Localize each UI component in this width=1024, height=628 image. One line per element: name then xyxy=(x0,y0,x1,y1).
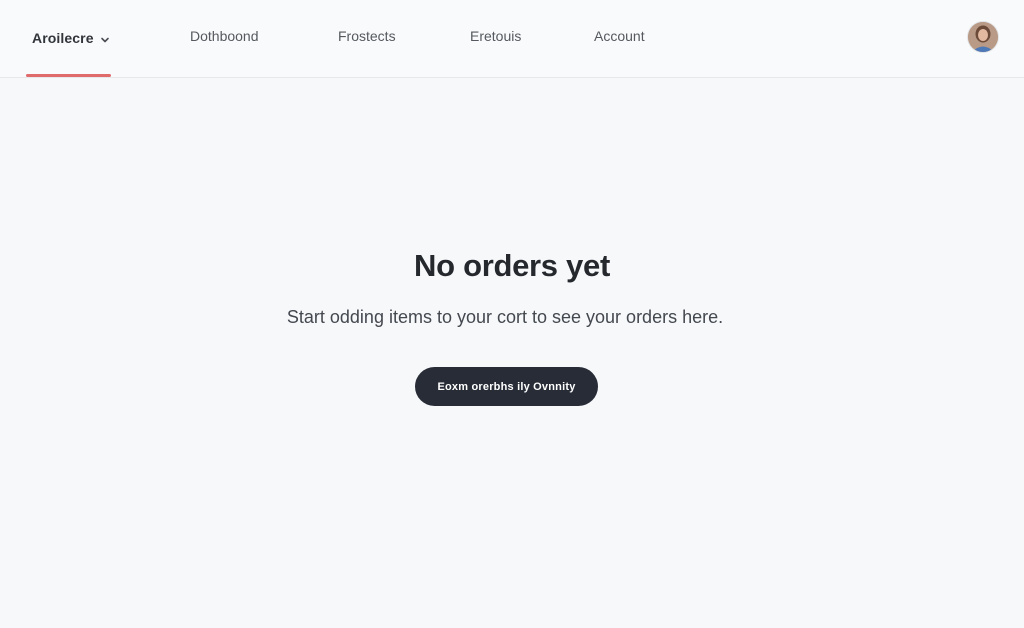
chevron-down-icon xyxy=(100,32,110,43)
active-tab-indicator xyxy=(26,74,111,77)
nav-link-products[interactable]: Frostects xyxy=(338,28,396,44)
empty-orders-state: No orders yet Start odding items to your… xyxy=(0,78,1024,628)
user-avatar[interactable] xyxy=(968,22,998,52)
top-navigation: Aroilecre Dothboond Frostects Eretouis A… xyxy=(0,0,1024,78)
nav-link-dashboard[interactable]: Dothboond xyxy=(190,28,259,44)
brand-dropdown[interactable]: Aroilecre xyxy=(32,27,110,49)
nav-link-returns[interactable]: Eretouis xyxy=(470,28,521,44)
nav-link-account[interactable]: Account xyxy=(594,28,645,44)
empty-state-title: No orders yet xyxy=(414,248,610,283)
brand-label: Aroilecre xyxy=(32,30,94,46)
empty-state-subtitle: Start odding items to your cort to see y… xyxy=(286,307,724,327)
start-shopping-button[interactable]: Eoxm orerbhs ily Ovnnity xyxy=(415,367,598,406)
